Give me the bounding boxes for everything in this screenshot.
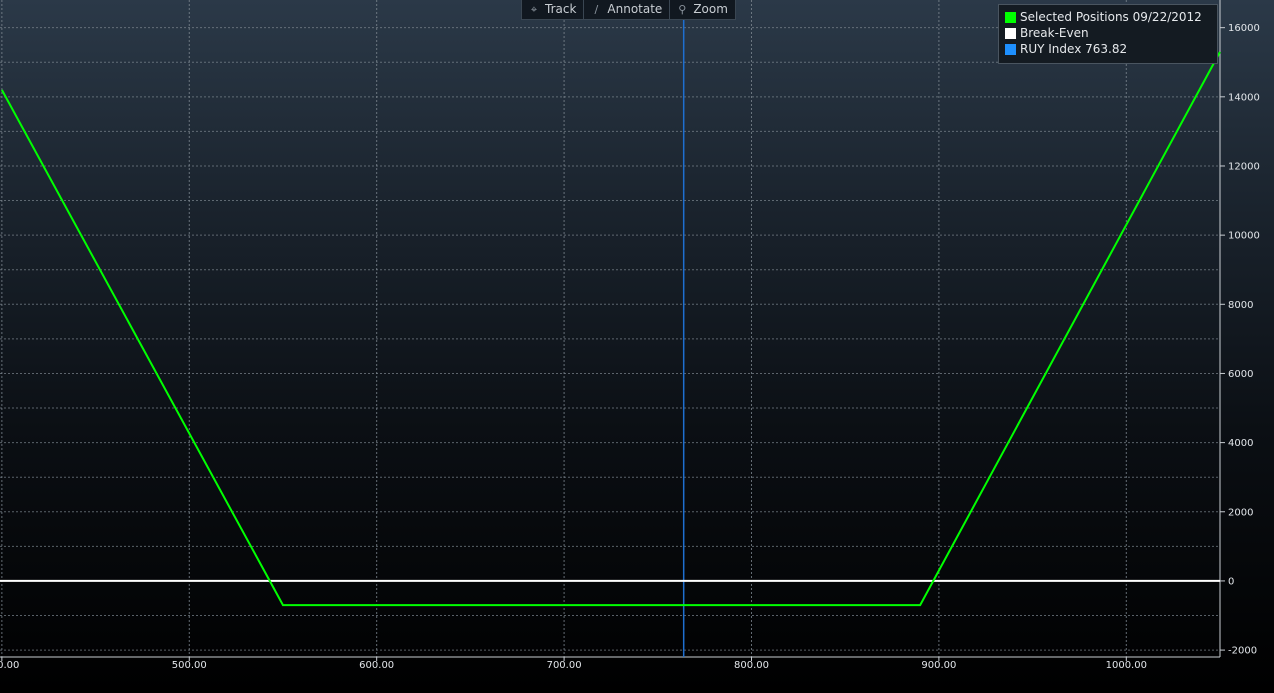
y-tick-label: 2000 (1228, 507, 1253, 518)
legend-swatch (1005, 27, 1016, 39)
annotate-button[interactable]: ∕ Annotate (584, 0, 671, 19)
legend-item-ruy-index[interactable]: RUY Index 763.82 (1005, 41, 1211, 57)
chart-toolbar: ⌖ Track ∕ Annotate ⚲ Zoom (521, 0, 736, 20)
track-button[interactable]: ⌖ Track (522, 0, 585, 19)
series-line-selected-positions (0, 51, 1221, 607)
legend-label: Selected Positions 09/22/2012 (1020, 10, 1202, 24)
legend-label: RUY Index 763.82 (1020, 42, 1128, 56)
y-tick-label: 0 (1228, 576, 1234, 587)
y-tick-label: 12000 (1228, 161, 1260, 172)
x-tick-label: 400.00 (0, 660, 19, 671)
x-tick-label: 700.00 (547, 660, 582, 671)
legend-item-break-even[interactable]: Break-Even (1005, 25, 1211, 41)
legend-item-selected-positions[interactable]: Selected Positions 09/22/2012 (1005, 9, 1211, 25)
x-tick-label: 600.00 (359, 660, 394, 671)
x-tick-label: 1000.00 (1106, 660, 1147, 671)
zoom-button[interactable]: ⚲ Zoom (670, 0, 735, 19)
y-tick-label: 14000 (1228, 92, 1260, 103)
x-tick-label: 800.00 (734, 660, 769, 671)
y-tick-label: 10000 (1228, 231, 1260, 242)
y-tick-label: 8000 (1228, 300, 1253, 311)
y-tick-label: -2000 (1228, 646, 1257, 657)
x-tick-label: 500.00 (172, 660, 207, 671)
chart-legend: Selected Positions 09/22/2012 Break-Even… (998, 4, 1218, 64)
legend-swatch (1005, 11, 1016, 23)
legend-swatch (1005, 43, 1016, 55)
crosshair-icon: ⌖ (530, 3, 538, 16)
legend-label: Break-Even (1020, 26, 1089, 40)
reference-lines (0, 0, 1220, 657)
zoom-label: Zoom (693, 2, 728, 16)
y-tick-label: 4000 (1228, 438, 1253, 449)
axes (0, 0, 1225, 661)
pencil-icon: ∕ (594, 3, 599, 16)
magnifier-icon: ⚲ (678, 3, 687, 16)
annotate-label: Annotate (607, 2, 663, 16)
y-tick-label: 16000 (1228, 23, 1260, 34)
series (0, 51, 1221, 607)
grid (0, 0, 1220, 657)
payoff-chart: -2000 0 2000 4000 6000 8000 10000 12000 14000 160… (0, 0, 1260, 671)
y-tick-label: 6000 (1228, 369, 1253, 380)
x-tick-label: 900.00 (921, 660, 956, 671)
track-label: Track (545, 2, 577, 16)
chart-panel: -2000 0 2000 4000 6000 8000 10000 12000 14000 160… (0, 0, 1274, 693)
